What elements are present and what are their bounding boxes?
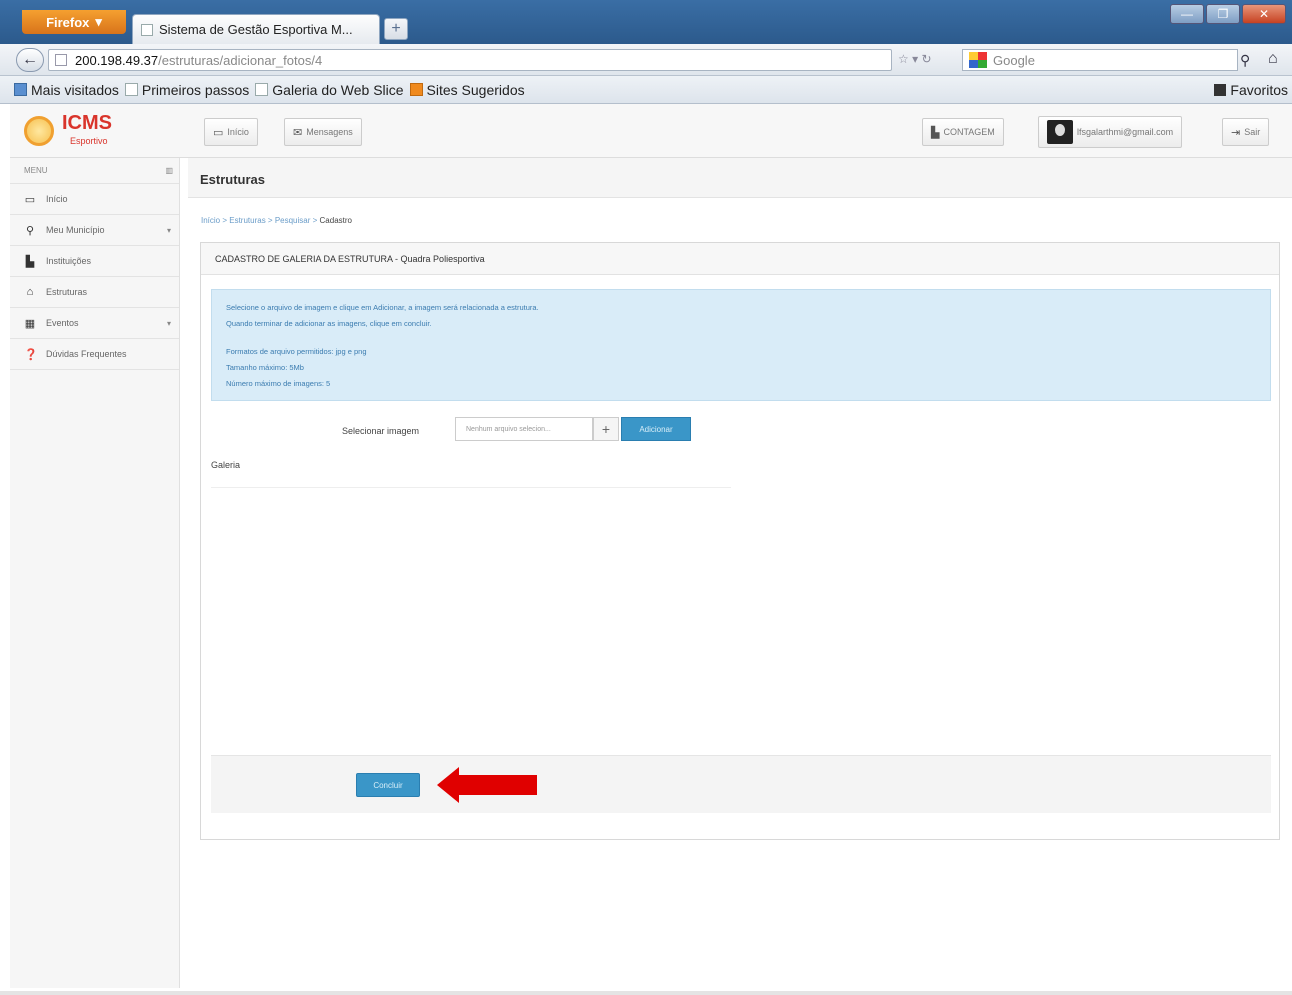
select-image-label: Selecionar imagem — [342, 426, 420, 436]
new-tab-button[interactable]: + — [384, 18, 408, 40]
sidebar-item-instituicoes[interactable]: ▙ Instituições — [10, 246, 179, 277]
collapse-menu-icon[interactable]: ▥ — [165, 166, 173, 175]
calendar-icon: ▦ — [24, 317, 36, 330]
mensagens-button[interactable]: ✉ Mensagens — [284, 118, 362, 146]
favorites-icon — [1214, 84, 1227, 96]
page-favicon-icon — [141, 23, 153, 36]
bookmark-icon — [124, 83, 138, 96]
monitor-icon: ▭ — [213, 126, 224, 139]
breadcrumb: Início > Estruturas > Pesquisar > Cadast… — [201, 216, 352, 225]
inicio-button[interactable]: ▭ Início — [204, 118, 258, 146]
tab-title: Sistema de Gestão Esportiva M... — [159, 22, 353, 37]
info-line: Selecione o arquivo de imagem e clique e… — [226, 303, 539, 312]
info-line: Tamanho máximo: 5Mb — [226, 363, 304, 372]
panel-title: CADASTRO DE GALERIA DA ESTRUTURA - Quadr… — [201, 243, 1279, 275]
bookmark-star-icon[interactable]: ☆ ▾ ↻ — [898, 52, 932, 66]
user-menu-button[interactable]: lfsgalarthmi@gmail.com — [1038, 116, 1183, 148]
app-header: ICMS Esportivo ▭ Início ✉ Mensagens ▙ CONTA… — [10, 104, 1292, 158]
sidebar-menu: MENU ▥ ▭ Início ⚲ Meu Município ▾ ▙ Instituiç… — [10, 158, 180, 988]
page-title: Estruturas — [200, 172, 266, 187]
menu-header: MENU ▥ — [10, 158, 179, 184]
avatar — [1047, 120, 1073, 144]
logo-icon — [24, 116, 54, 146]
file-input[interactable]: Nenhum arquivo selecion... — [455, 417, 593, 441]
title-bar: Firefox ▾ Sistema de Gestão Esportiva M..… — [0, 0, 1292, 44]
firefox-menu-button[interactable]: Firefox ▾ — [22, 10, 126, 34]
bookmark-primeiros-passos[interactable]: Primeiros passos — [124, 82, 249, 98]
chevron-down-icon: ▾ — [166, 225, 171, 235]
google-icon — [969, 52, 987, 68]
browser-tab[interactable]: Sistema de Gestão Esportiva M... — [132, 14, 380, 44]
plus-icon: + — [601, 421, 611, 437]
window-controls: — ❐ ✕ — [1170, 4, 1286, 24]
annotation-arrow-icon — [437, 767, 537, 803]
bookmark-sites-sugeridos[interactable]: Sites Sugeridos — [409, 82, 525, 98]
address-bar[interactable]: 200.198.49.37 /estruturas/adicionar_foto… — [48, 49, 892, 71]
maximize-button[interactable]: ❐ — [1206, 4, 1240, 24]
status-bar — [0, 991, 1292, 995]
browser-window: Firefox ▾ Sistema de Gestão Esportiva M..… — [0, 0, 1292, 995]
bookmark-mais-visitados[interactable]: Mais visitados — [14, 82, 119, 98]
building-icon: ▙ — [25, 255, 35, 268]
contagem-button[interactable]: ▙ CONTAGEM — [922, 118, 1004, 146]
bookmark-web-slice[interactable]: Galeria do Web Slice — [255, 82, 404, 98]
sair-button[interactable]: ⇥ Sair — [1222, 118, 1270, 146]
page-title-bar: Estruturas — [188, 158, 1292, 198]
gallery-form-panel: CADASTRO DE GALERIA DA ESTRUTURA - Quadr… — [200, 242, 1280, 840]
info-line: Número máximo de imagens: 5 — [226, 379, 331, 388]
bookmark-icon — [14, 83, 27, 96]
logo-subtitle: Esportivo — [70, 136, 108, 146]
logout-icon: ⇥ — [1231, 126, 1241, 139]
minimize-button[interactable]: — — [1170, 4, 1204, 24]
bookmark-icon — [255, 83, 269, 96]
monitor-icon: ▭ — [24, 193, 36, 206]
sidebar-item-meu-municipio[interactable]: ⚲ Meu Município ▾ — [10, 215, 179, 246]
home-icon: ⌂ — [26, 286, 34, 298]
info-line: Formatos de arquivo permitidos: jpg e pn… — [226, 347, 367, 356]
building-icon: ▙ — [931, 126, 940, 139]
breadcrumb-links[interactable]: Início > Estruturas > Pesquisar > — [201, 216, 320, 225]
close-window-button[interactable]: ✕ — [1242, 4, 1286, 24]
back-button[interactable]: ← — [16, 48, 44, 72]
logo-title: ICMS — [62, 112, 112, 134]
info-alert: Selecione o arquivo de imagem e clique e… — [211, 289, 1271, 401]
home-icon[interactable]: ⌂ — [1268, 50, 1278, 68]
sidebar-item-inicio[interactable]: ▭ Início — [10, 184, 179, 215]
gallery-divider — [211, 487, 731, 488]
sidebar-item-estruturas[interactable]: ⌂ Estruturas — [10, 277, 179, 308]
breadcrumb-current: Cadastro — [319, 216, 352, 225]
site-identity-icon — [55, 54, 67, 66]
gallery-label: Galeria — [211, 460, 241, 470]
message-icon: ✉ — [293, 126, 303, 139]
sidebar-item-eventos[interactable]: ▦ Eventos ▾ — [10, 308, 179, 339]
info-line: Quando terminar de adicionar as imagens,… — [226, 319, 432, 328]
navigation-bar: ← 200.198.49.37 /estruturas/adicionar_fo… — [0, 44, 1292, 76]
sidebar-item-duvidas[interactable]: ❓ Dúvidas Frequentes — [10, 339, 179, 370]
browse-file-button[interactable]: + — [593, 417, 619, 441]
bookmark-icon — [409, 83, 423, 96]
search-icon[interactable]: ⚲ — [1240, 52, 1250, 69]
url-path: /estruturas/adicionar_fotos/4 — [158, 52, 323, 68]
add-image-button[interactable]: Adicionar — [621, 417, 691, 441]
chevron-down-icon: ▾ — [166, 318, 171, 328]
map-marker-icon: ⚲ — [25, 224, 35, 237]
url-host: 200.198.49.37 — [75, 52, 159, 68]
concluir-button[interactable]: Concluir — [356, 773, 420, 797]
form-actions: Concluir — [211, 755, 1271, 813]
question-icon: ❓ — [24, 348, 38, 361]
search-bar[interactable]: Google — [962, 49, 1238, 71]
favorites-button[interactable]: Favoritos — [1214, 82, 1288, 98]
search-placeholder: Google — [993, 52, 1035, 68]
bookmarks-bar: Mais visitados Primeiros passos Galeria … — [0, 76, 1292, 104]
